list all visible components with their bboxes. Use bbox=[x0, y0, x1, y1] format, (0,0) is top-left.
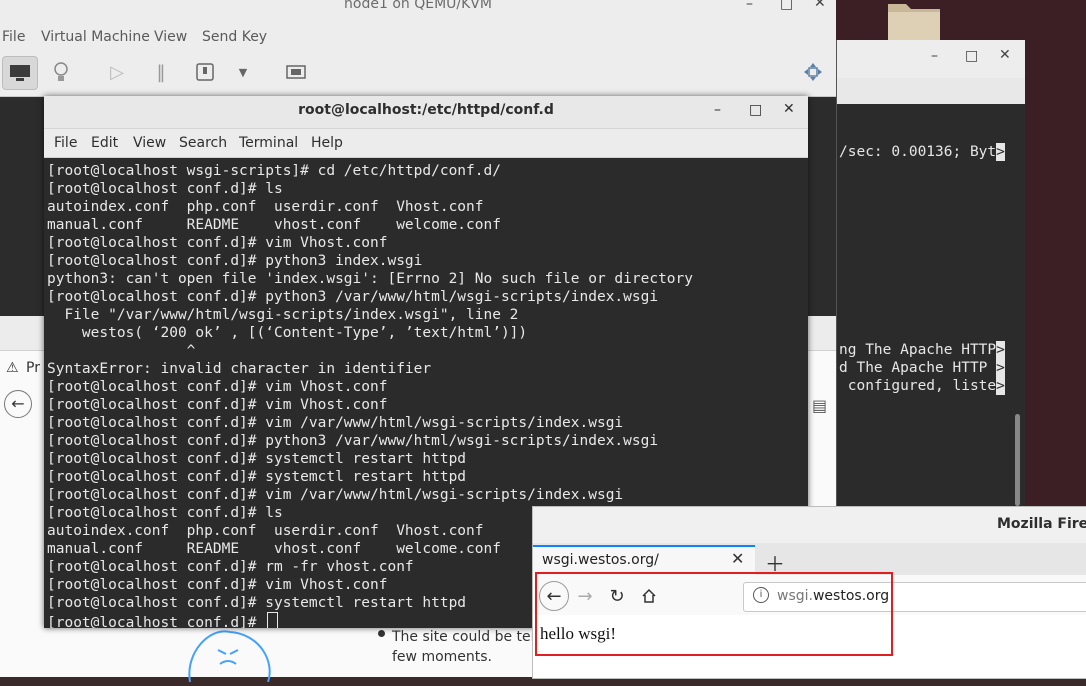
qemu-window: node1 on QEMU/KVM – □ ✕ File Virtual Mac… bbox=[0, 0, 836, 97]
pause-icon[interactable]: ‖ bbox=[144, 56, 178, 88]
error-illustration-icon bbox=[180, 622, 274, 683]
chevron-down-icon[interactable]: ▼ bbox=[226, 56, 260, 88]
snapshot-icon[interactable] bbox=[280, 56, 314, 88]
guest-page-text: The site could be tem few moments. bbox=[392, 627, 544, 667]
terminal-menu-terminal[interactable]: Terminal bbox=[239, 135, 298, 151]
close-tab-icon[interactable]: ✕ bbox=[731, 549, 744, 568]
terminal-line: [root@localhost conf.d]# vim /var/www/ht… bbox=[47, 415, 624, 431]
terminal-cursor bbox=[267, 612, 279, 628]
terminal-title: root@localhost:/etc/httpd/conf.d bbox=[298, 102, 554, 118]
terminal-line: [root@localhost conf.d]# ls bbox=[47, 505, 283, 521]
terminal-line: /sec: 0.00136; Byt> bbox=[839, 143, 1005, 161]
play-icon[interactable]: ▷ bbox=[100, 56, 134, 88]
terminal-menu-view[interactable]: View bbox=[133, 135, 166, 151]
terminal-line: [root@localhost conf.d]# python3 index.w… bbox=[47, 253, 423, 269]
menu-view[interactable]: View bbox=[154, 29, 187, 45]
reader-view-icon[interactable]: ▤ bbox=[812, 396, 827, 415]
background-terminal-titlebar[interactable]: – □ ✕ bbox=[837, 40, 1025, 79]
highlight-box bbox=[535, 572, 893, 656]
terminal-line: [root@localhost wsgi-scripts]# cd /etc/h… bbox=[47, 163, 501, 179]
close-icon[interactable]: ✕ bbox=[999, 47, 1011, 63]
terminal-line: [root@localhost conf.d]# bbox=[47, 612, 279, 628]
background-terminal-output: /sec: 0.00136; Byt> ng The Apache HTTP> … bbox=[837, 104, 1011, 510]
tab-fragment: Pr bbox=[26, 360, 40, 376]
back-arrow-icon[interactable]: ← bbox=[4, 390, 32, 418]
firefox-window-title: Mozilla Firefo bbox=[997, 516, 1086, 532]
fullscreen-icon[interactable] bbox=[796, 56, 830, 88]
terminal-line-text: ng The Apache HTTP> bbox=[839, 341, 1005, 359]
terminal-line: [root@localhost conf.d]# python3 /var/ww… bbox=[47, 289, 659, 305]
guest-page-line: few moments. bbox=[392, 649, 493, 665]
terminal-line-text: /sec: 0.00136; Byt> bbox=[839, 143, 1005, 161]
terminal-line: python3: can't open file 'index.wsgi': [… bbox=[47, 271, 694, 287]
terminal-line: ng The Apache HTTP> bbox=[839, 341, 1005, 359]
minimize-icon[interactable]: – bbox=[714, 102, 721, 118]
terminal-line: [root@localhost conf.d]# vim Vhost.conf bbox=[47, 379, 388, 395]
terminal-line: [root@localhost conf.d]# vim /var/www/ht… bbox=[47, 487, 624, 503]
terminal-line: [root@localhost conf.d]# rm -fr vhost.co… bbox=[47, 559, 414, 575]
terminal-line: d The Apache HTTP > bbox=[839, 359, 1005, 377]
terminal-line: ^ bbox=[47, 343, 196, 359]
terminal-menu-search[interactable]: Search bbox=[179, 135, 227, 151]
terminal-line: File "/var/www/html/wsgi-scripts/index.w… bbox=[47, 307, 519, 323]
terminal-line: manual.conf README vhost.conf welcome.co… bbox=[47, 217, 501, 233]
terminal-line: autoindex.conf php.conf userdir.conf Vho… bbox=[47, 523, 484, 539]
terminal-line: [root@localhost conf.d]# systemctl resta… bbox=[47, 469, 467, 485]
terminal-menu-help[interactable]: Help bbox=[311, 135, 343, 151]
terminal-line: [root@localhost conf.d]# vim Vhost.conf bbox=[47, 235, 388, 251]
guest-page-line: The site could be tem bbox=[392, 629, 545, 645]
terminal-line: configured, liste> bbox=[839, 377, 1005, 395]
close-icon[interactable]: ✕ bbox=[783, 101, 795, 117]
bullet-icon bbox=[378, 630, 385, 637]
terminal-line-text: configured, liste> bbox=[839, 377, 1005, 395]
terminal-line: autoindex.conf php.conf userdir.conf Vho… bbox=[47, 199, 484, 215]
menu-file[interactable]: File bbox=[2, 29, 25, 45]
terminal-menu-edit[interactable]: Edit bbox=[91, 135, 118, 151]
terminal-line: [root@localhost conf.d]# vim Vhost.conf bbox=[47, 397, 388, 413]
minimize-icon[interactable]: – bbox=[746, 0, 753, 12]
maximize-icon[interactable]: □ bbox=[965, 48, 978, 64]
window-title: node1 on QEMU/KVM bbox=[344, 0, 492, 12]
terminal-line: manual.conf README vhost.conf welcome.co… bbox=[47, 541, 501, 557]
warning-icon: ⚠ bbox=[6, 360, 19, 376]
menu-virtual-machine[interactable]: Virtual Machine bbox=[41, 29, 150, 45]
terminal-line: westos( ‘200 ok’ , [(‘Content-Type’, ’te… bbox=[47, 325, 528, 341]
terminal-line-text: d The Apache HTTP > bbox=[839, 359, 1005, 377]
background-terminal-window[interactable]: – □ ✕ /sec: 0.00136; Byt> ng The Apache … bbox=[836, 40, 1025, 510]
console-view-button[interactable] bbox=[2, 56, 38, 90]
terminal-line: SyntaxError: invalid character in identi… bbox=[47, 361, 432, 377]
terminal-line: [root@localhost conf.d]# ls bbox=[47, 181, 283, 197]
terminal-line: [root@localhost conf.d]# python3 /var/ww… bbox=[47, 433, 659, 449]
background-terminal-menubar bbox=[837, 78, 1025, 104]
lightbulb-icon[interactable] bbox=[44, 56, 78, 88]
minimize-icon[interactable]: – bbox=[931, 48, 938, 64]
terminal-line: [root@localhost conf.d]# systemctl resta… bbox=[47, 595, 467, 611]
close-icon[interactable]: ✕ bbox=[814, 0, 826, 11]
tab-label: wsgi.westos.org/ bbox=[542, 552, 659, 568]
terminal-line: [root@localhost conf.d]# systemctl resta… bbox=[47, 451, 467, 467]
terminal-line: [root@localhost conf.d]# vim Vhost.conf bbox=[47, 577, 388, 593]
maximize-icon[interactable]: □ bbox=[780, 0, 793, 12]
menu-send-key[interactable]: Send Key bbox=[202, 29, 267, 45]
maximize-icon[interactable]: □ bbox=[749, 102, 762, 118]
power-icon[interactable] bbox=[188, 56, 222, 88]
scrollbar-thumb[interactable] bbox=[1015, 414, 1020, 506]
terminal-menu-file[interactable]: File bbox=[54, 135, 77, 151]
folder-icon[interactable] bbox=[886, 0, 942, 40]
